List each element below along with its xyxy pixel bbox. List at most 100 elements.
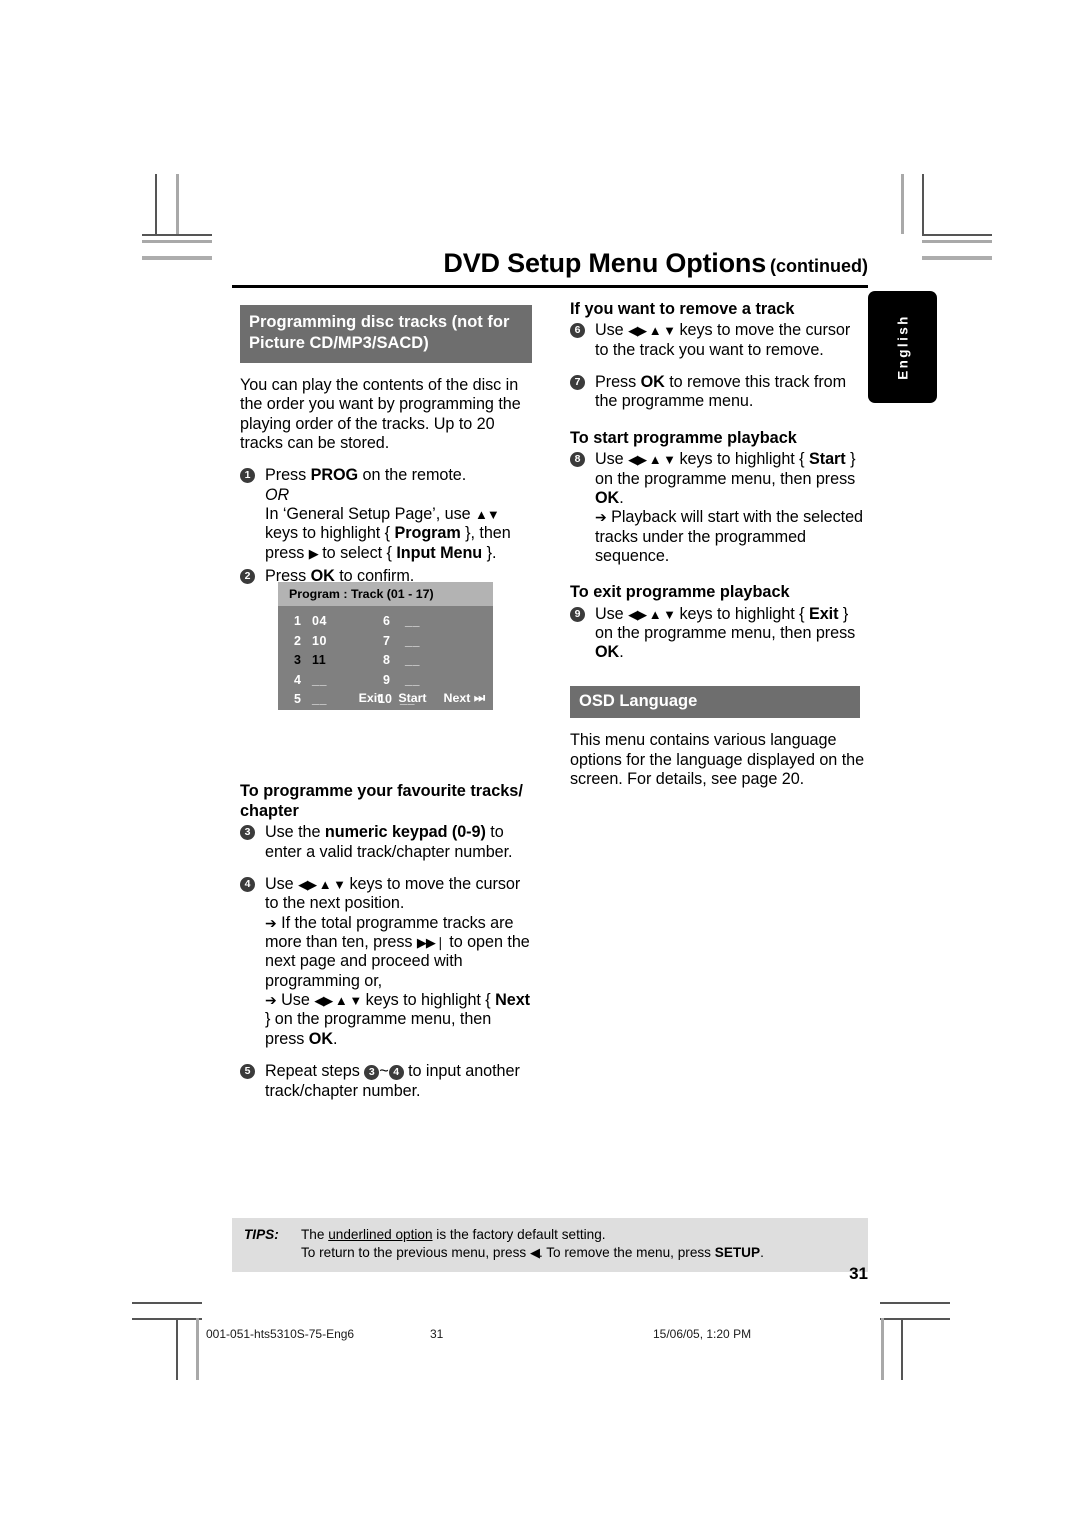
- program-entry-5-value: __: [312, 692, 327, 706]
- program-entry-7-value: __: [405, 633, 420, 648]
- step-5: 5 Repeat steps 3 ~4 to input another trac…: [240, 1062, 532, 1101]
- navigation-arrows-icon-2: ◀▶ ▲ ▼: [314, 993, 362, 1009]
- step-3-text-pre: Use the: [265, 823, 325, 842]
- tips-underlined-option: underlined option: [328, 1227, 433, 1242]
- navigation-arrows-icon: ◀▶ ▲ ▼: [298, 876, 346, 892]
- crop-mark-top-left-bar: [176, 174, 179, 234]
- step-9-text-b: keys to highlight {: [675, 604, 809, 623]
- right-column: If you want to remove a track 6 Use ◀▶ ▲…: [570, 300, 868, 789]
- print-footer-filename: 001-051-hts5310S-75-Eng6: [206, 1327, 355, 1341]
- program-entry-8[interactable]: 8 __: [383, 653, 420, 673]
- step-1-or: OR: [265, 485, 290, 504]
- step-7-key-ok: OK: [640, 373, 665, 392]
- step-1-text-pre: Press: [265, 466, 311, 485]
- program-entry-8-index: 8: [383, 653, 390, 667]
- program-entry-8-value: __: [405, 653, 420, 667]
- navigation-arrows-icon-4: ◀▶ ▲ ▼: [628, 452, 676, 468]
- page-title: DVD Setup Menu Options: [443, 248, 767, 278]
- step-5-ref-3: 3: [364, 1065, 380, 1081]
- step-1-menu-input: Input Menu: [396, 543, 483, 562]
- subheading-start-playback: To start programme playback: [570, 428, 797, 447]
- step-1-menu-program: Program: [394, 524, 461, 543]
- print-footer-page: 31: [430, 1327, 444, 1341]
- arrow-bullet-icon: ➔: [265, 914, 277, 931]
- tips-lines: The underlined option is the factory def…: [301, 1226, 858, 1263]
- program-entry-9-index: 9: [383, 672, 390, 687]
- crop-mark-top-left-rule2: [142, 256, 212, 260]
- program-entry-9[interactable]: 9 __: [383, 673, 420, 693]
- step-8-text-a: Use: [595, 450, 629, 469]
- step-8: 8 Use ◀▶ ▲ ▼ keys to highlight { Start }…: [570, 450, 868, 566]
- print-footer: 001-051-hts5310S-75-Eng6 31 15/06/05, 1:…: [0, 1319, 1080, 1359]
- step-5-ref-4: 4: [388, 1065, 404, 1081]
- step-6-text-a: Use: [595, 321, 629, 340]
- step-9: 9 Use ◀▶ ▲ ▼ keys to highlight { Exit } …: [570, 605, 868, 663]
- step-6: 6 Use ◀▶ ▲ ▼ keys to move the cursor to …: [570, 321, 868, 360]
- program-entry-7[interactable]: 7 __: [383, 634, 420, 654]
- program-box-buttons: Exit Start Next ⏭: [342, 691, 485, 706]
- tips-line-1: The underlined option is the factory def…: [301, 1226, 858, 1244]
- right-arrow-icon: ▶: [308, 545, 319, 561]
- program-entry-2[interactable]: 2 10: [294, 634, 327, 654]
- crop-mark-top-left-rule: [142, 240, 212, 243]
- program-entry-5[interactable]: 5 __: [294, 692, 327, 712]
- tips-line-2-a: To return to the previous menu, press: [301, 1245, 530, 1261]
- step-4-text-a: Use: [265, 874, 299, 893]
- tips-line-2-c: .: [760, 1245, 764, 1261]
- program-entry-3[interactable]: 3 11: [294, 653, 327, 673]
- crop-mark-bottom-right-rule: [880, 1302, 950, 1304]
- program-entry-2-value: 10: [312, 633, 327, 648]
- program-entry-2-index: 2: [294, 633, 301, 648]
- program-entries-left: 1 04 2 10 3 11 4 __ 5 __: [294, 614, 327, 712]
- tips-line-1-post: is the factory default setting.: [432, 1227, 606, 1242]
- step-1: 1 Press PROG on the remote. OR In ‘Gener…: [240, 466, 532, 563]
- arrow-bullet-icon-3: ➔: [595, 509, 607, 526]
- step-8-number: 8: [570, 452, 585, 468]
- tips-key-setup: SETUP: [714, 1245, 761, 1261]
- language-tab-label: English: [895, 314, 910, 380]
- step-9-text-d: .: [619, 643, 624, 662]
- subheading-favourite-tracks: To programme your favourite tracks/ chap…: [240, 782, 523, 820]
- program-entry-5-index: 5: [294, 692, 301, 706]
- step-1-line2-d: to select {: [317, 543, 397, 562]
- step-5-tilde: ~: [379, 1062, 389, 1081]
- updown-arrows-icon: ▲▼: [475, 507, 500, 523]
- program-entry-6[interactable]: 6 __: [383, 614, 420, 634]
- step-1-key-prog: PROG: [310, 466, 359, 485]
- program-entry-6-value: __: [405, 614, 420, 628]
- exit-button[interactable]: Exit: [359, 691, 382, 705]
- page-number: 31: [849, 1264, 868, 1283]
- page-title-continued: (continued): [770, 256, 868, 276]
- left-arrow-icon: ◀: [529, 1245, 540, 1261]
- crop-mark-top-right-bar: [901, 174, 904, 234]
- step-4-bullet2-b: keys to highlight {: [361, 991, 496, 1010]
- tips-line-2: To return to the previous menu, press ◀.…: [301, 1244, 858, 1262]
- crop-mark-top-right-rule: [922, 240, 992, 243]
- crop-mark-top-right-horizontal: [922, 234, 992, 236]
- step-1-line2-e: }.: [482, 543, 497, 562]
- step-8-text-b: keys to highlight {: [675, 450, 809, 469]
- program-entry-3-index: 3: [294, 653, 301, 667]
- tips-label: TIPS:: [244, 1227, 279, 1242]
- program-entry-1[interactable]: 1 04: [294, 614, 327, 634]
- step-8-text-d: .: [619, 488, 624, 507]
- start-button[interactable]: Start: [398, 691, 426, 705]
- subheading-exit-playback: To exit programme playback: [570, 583, 790, 602]
- print-footer-timestamp: 15/06/05, 1:20 PM: [653, 1327, 752, 1341]
- step-9-key-ok: OK: [595, 643, 620, 662]
- program-entry-1-value: 04: [312, 614, 327, 628]
- program-entry-3-value: 11: [312, 653, 327, 667]
- program-entry-4[interactable]: 4 __: [294, 673, 327, 693]
- next-button[interactable]: Next ⏭: [444, 691, 485, 705]
- step-6-number: 6: [570, 323, 585, 339]
- program-entry-7-index: 7: [383, 633, 390, 648]
- arrow-bullet-icon-2: ➔: [265, 992, 277, 1009]
- step-9-text-a: Use: [595, 604, 629, 623]
- step-2-number: 2: [240, 569, 255, 585]
- step-3-key-numeric-keypad: numeric keypad (0-9): [324, 823, 486, 842]
- crop-mark-top-right-vertical: [922, 174, 924, 236]
- step-4-number: 4: [240, 876, 255, 892]
- program-entry-4-value: __: [312, 672, 327, 687]
- step-7: 7 Press OK to remove this track from the…: [570, 373, 868, 412]
- navigation-arrows-icon-5: ◀▶ ▲ ▼: [628, 606, 676, 622]
